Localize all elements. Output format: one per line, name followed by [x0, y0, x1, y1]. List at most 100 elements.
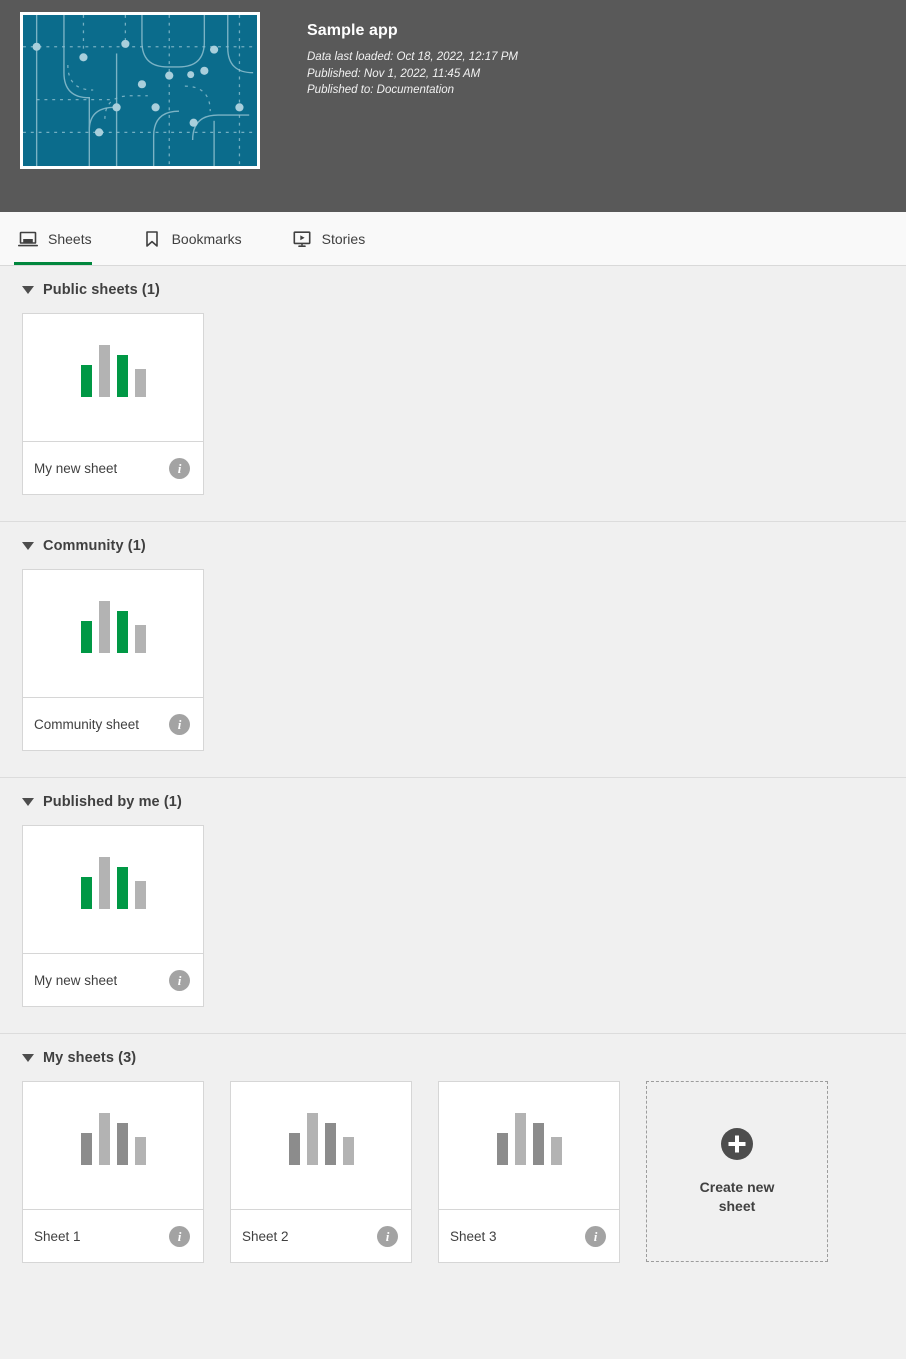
section-header[interactable]: Published by me (1) [22, 778, 906, 825]
thumbnail-bar [134, 1137, 146, 1165]
stories-icon [293, 230, 311, 247]
thumbnail-bar [288, 1133, 300, 1165]
sheet-card[interactable]: Sheet 2 i [230, 1081, 412, 1263]
section-sheet-list: My new sheet i [22, 313, 906, 521]
tab-bookmarks[interactable]: Bookmarks [138, 212, 260, 265]
sheet-title: Sheet 2 [242, 1228, 289, 1244]
info-icon[interactable]: i [169, 969, 190, 991]
thumbnail-bar [134, 369, 146, 397]
chevron-down-icon[interactable] [22, 542, 34, 550]
sheet-thumbnail [23, 570, 203, 698]
sheet-section: Published by me (1) My new sheet i [0, 777, 906, 1033]
sheet-title: My new sheet [34, 972, 118, 988]
thumbnail-bar [80, 877, 92, 909]
section-title: My sheets (3) [43, 1049, 137, 1066]
sheet-section: Community (1) Community sheet i [0, 521, 906, 777]
chevron-down-icon[interactable] [22, 286, 34, 294]
app-meta-data-last-loaded: Data last loaded: Oct 18, 2022, 12:17 PM [307, 51, 518, 63]
tab-stories[interactable]: Stories [288, 212, 384, 265]
section-title: Community (1) [43, 537, 146, 554]
thumbnail-bar [116, 355, 128, 397]
sheet-title: Community sheet [34, 716, 140, 732]
tab-bookmarks-label: Bookmarks [171, 230, 242, 247]
sheet-card-footer: Sheet 1 i [23, 1210, 203, 1262]
section-title: Public sheets (1) [43, 281, 160, 298]
sheet-thumbnail [23, 1082, 203, 1210]
sheet-card[interactable]: Sheet 3 i [438, 1081, 620, 1263]
info-icon[interactable]: i [169, 457, 190, 479]
thumbnail-bar [116, 611, 128, 653]
sheet-section: My sheets (3) Sheet 1 i Sheet 2 i Sheet 3 i Cre… [0, 1033, 906, 1289]
app-header: Sample app Data last loaded: Oct 18, 202… [0, 0, 906, 212]
thumbnail-bar [116, 867, 128, 909]
tab-sheets-label: Sheets [48, 230, 92, 247]
section-sheet-list: Community sheet i [22, 569, 906, 777]
section-header[interactable]: Public sheets (1) [22, 266, 906, 313]
sheet-thumbnail [439, 1082, 619, 1210]
section-title: Published by me (1) [43, 793, 182, 810]
sheet-thumbnail [23, 314, 203, 442]
thumbnail-bar-chart [80, 857, 146, 909]
tab-sheets[interactable]: Sheets [14, 212, 110, 265]
thumbnail-bar [342, 1137, 354, 1165]
sheet-card[interactable]: Community sheet i [22, 569, 204, 751]
thumbnail-bar-chart [80, 601, 146, 653]
thumbnail-bar [532, 1123, 544, 1165]
info-icon[interactable]: i [585, 1225, 606, 1247]
thumbnail-bar [550, 1137, 562, 1165]
sheet-card-footer: My new sheet i [23, 954, 203, 1006]
create-new-sheet-label: Create new sheet [699, 1178, 775, 1214]
thumbnail-bar [116, 1123, 128, 1165]
app-meta-published: Published: Nov 1, 2022, 11:45 AM [307, 67, 481, 80]
sheet-card-footer: Sheet 3 i [439, 1210, 619, 1262]
bookmark-icon [145, 230, 158, 247]
sheet-card[interactable]: Sheet 1 i [22, 1081, 204, 1263]
thumbnail-bar [514, 1113, 526, 1165]
app-thumbnail-graphic [23, 15, 257, 166]
thumbnail-bar [134, 881, 146, 909]
thumbnail-bar [306, 1113, 318, 1165]
thumbnail-bar [134, 625, 146, 653]
section-sheet-list: Sheet 1 i Sheet 2 i Sheet 3 i Create new sheet [22, 1081, 906, 1289]
plus-icon [721, 1127, 753, 1160]
sheets-icon [18, 231, 38, 246]
thumbnail-bar [80, 621, 92, 653]
sheet-card-footer: Community sheet i [23, 698, 203, 750]
app-thumbnail[interactable] [20, 12, 260, 169]
sheet-thumbnail [23, 826, 203, 954]
sheet-section: Public sheets (1) My new sheet i [0, 266, 906, 521]
sheet-title: Sheet 1 [34, 1228, 81, 1244]
section-sheet-list: My new sheet i [22, 825, 906, 1033]
sheet-card[interactable]: My new sheet i [22, 313, 204, 495]
sheet-title: Sheet 3 [450, 1228, 497, 1244]
thumbnail-bar [80, 1133, 92, 1165]
thumbnail-bar [496, 1133, 508, 1165]
chevron-down-icon[interactable] [22, 798, 34, 806]
info-icon[interactable]: i [169, 713, 190, 735]
sheet-card-footer: Sheet 2 i [231, 1210, 411, 1262]
thumbnail-bar-chart [80, 1113, 146, 1165]
sheet-title: My new sheet [34, 460, 118, 476]
thumbnail-bar [98, 1113, 110, 1165]
thumbnail-bar [98, 857, 110, 909]
page-title: Sample app [307, 22, 398, 39]
sheet-thumbnail [231, 1082, 411, 1210]
chevron-down-icon[interactable] [22, 1054, 34, 1062]
section-header[interactable]: Community (1) [22, 522, 906, 569]
thumbnail-bar [98, 345, 110, 397]
thumbnail-bar-chart [288, 1113, 354, 1165]
thumbnail-bar [324, 1123, 336, 1165]
thumbnail-bar-chart [80, 345, 146, 397]
info-icon[interactable]: i [377, 1225, 398, 1247]
sheet-card-footer: My new sheet i [23, 442, 203, 494]
tab-stories-label: Stories [321, 230, 366, 247]
thumbnail-bar [98, 601, 110, 653]
section-header[interactable]: My sheets (3) [22, 1034, 906, 1081]
thumbnail-bar [80, 365, 92, 397]
info-icon[interactable]: i [169, 1225, 190, 1247]
sheet-card[interactable]: My new sheet i [22, 825, 204, 1007]
sheets-sections: Public sheets (1) My new sheet i Community … [0, 266, 906, 1289]
tabbar: Sheets Bookmarks Stories [0, 212, 906, 266]
create-new-sheet-button[interactable]: Create new sheet [646, 1081, 828, 1262]
app-meta: Sample app Data last loaded: Oct 18, 202… [307, 12, 518, 99]
